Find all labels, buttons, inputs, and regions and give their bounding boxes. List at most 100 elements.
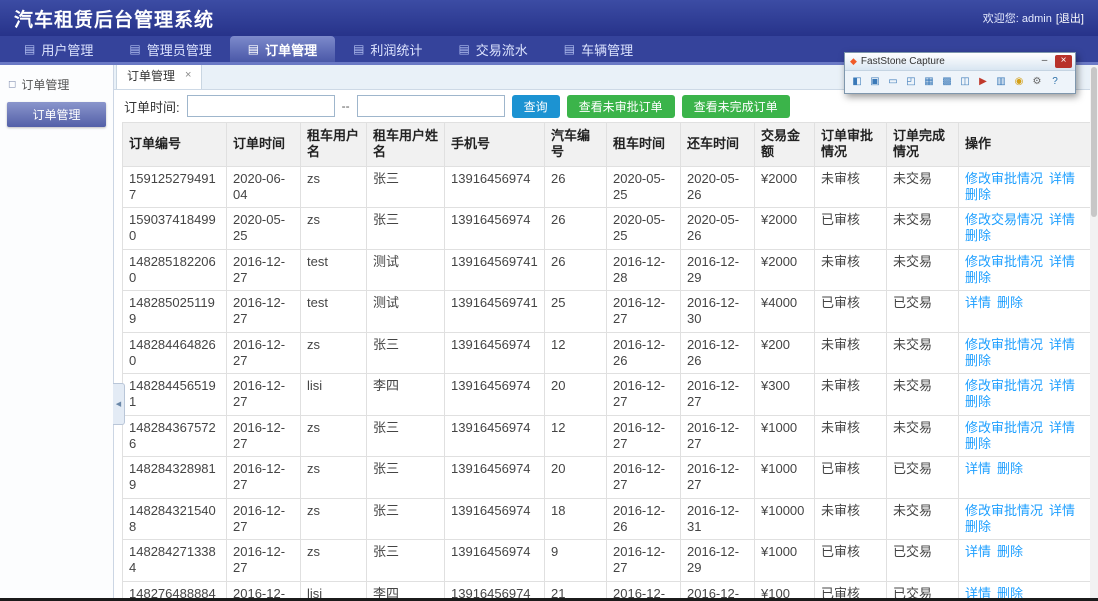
screen-recorder-icon[interactable]: ▶ [975, 74, 991, 89]
cell-completion-status: 未交易 [887, 166, 959, 208]
order-time-from-input[interactable] [187, 95, 335, 117]
order-time-to-input[interactable] [357, 95, 505, 117]
sidebar-group-order-management[interactable]: ◻ 订单管理 [0, 73, 113, 96]
logout-link[interactable]: [退出] [1056, 10, 1084, 26]
cell-rent-time: 2016-12-27 [607, 374, 681, 416]
capture-freehand-icon[interactable]: ◰ [903, 74, 919, 89]
cell-order-id: 1590374184990 [123, 208, 227, 250]
delete-link[interactable]: 删除 [965, 436, 991, 451]
close-button[interactable]: × [1055, 55, 1072, 68]
modify-approval-link[interactable]: 修改审批情况 [965, 337, 1043, 352]
table-row: 1482842713384 2016-12-27 zs 张三 139164569… [123, 540, 1091, 582]
detail-link[interactable]: 详情 [1049, 254, 1075, 269]
view-unfinished-orders-button[interactable]: 查看未完成订单 [682, 95, 790, 118]
view-unapproved-orders-button[interactable]: 查看未审批订单 [567, 95, 675, 118]
table-row: 1482764888848 2016-12-27 lisi 李四 1391645… [123, 581, 1091, 598]
detail-link[interactable]: 详情 [965, 586, 991, 599]
nav-item[interactable]: ▤ 交易流水 [440, 36, 545, 62]
cell-order-time: 2016-12-27 [227, 498, 301, 540]
cell-realname: 张三 [367, 208, 445, 250]
capture-fullscreen-icon[interactable]: ▦ [921, 74, 937, 89]
column-header: 订单完成情况 [887, 123, 959, 167]
cell-amount: ¥2000 [755, 249, 815, 291]
nav-item[interactable]: ▤ 利润统计 [335, 36, 440, 62]
modify-approval-link[interactable]: 修改审批情况 [965, 378, 1043, 393]
tab-close-icon[interactable]: × [185, 70, 191, 81]
detail-link[interactable]: 详情 [965, 461, 991, 476]
nav-item[interactable]: ▤ 用户管理 [6, 36, 111, 62]
table-row: 1590374184990 2020-05-25 zs 张三 139164569… [123, 208, 1091, 250]
detail-link[interactable]: 详情 [1049, 420, 1075, 435]
cell-approval-status: 未审核 [815, 374, 887, 416]
cell-car-number: 26 [545, 249, 607, 291]
cell-order-id: 1482764888848 [123, 581, 227, 598]
capture-fixed-region-icon[interactable]: ◫ [957, 74, 973, 89]
color-picker-icon[interactable]: ◉ [1011, 74, 1027, 89]
cell-order-time: 2020-05-25 [227, 208, 301, 250]
delete-link[interactable]: 删除 [997, 461, 1023, 476]
cell-approval-status: 已审核 [815, 540, 887, 582]
delete-link[interactable]: 删除 [965, 270, 991, 285]
table-container: 订单编号订单时间租车用户名租车用户姓名手机号汽车编号租车时间还车时间交易金额订单… [114, 122, 1098, 598]
capture-scrolling-icon[interactable]: ▩ [939, 74, 955, 89]
cell-order-time: 2016-12-27 [227, 540, 301, 582]
faststone-titlebar[interactable]: ◆ FastStone Capture – × [845, 53, 1075, 70]
cell-order-id: 1482843289819 [123, 457, 227, 499]
detail-link[interactable]: 详情 [1049, 503, 1075, 518]
delete-link[interactable]: 删除 [965, 519, 991, 534]
tab-order-management[interactable]: 订单管理 × [116, 65, 202, 89]
cell-completion-status: 未交易 [887, 249, 959, 291]
sidebar-item-order-management[interactable]: 订单管理 [7, 102, 106, 127]
nav-item[interactable]: ▤ 管理员管理 [111, 36, 229, 62]
cell-realname: 李四 [367, 374, 445, 416]
column-header: 还车时间 [681, 123, 755, 167]
delete-link[interactable]: 删除 [965, 228, 991, 243]
cell-username: zs [301, 415, 367, 457]
detail-link[interactable]: 详情 [1049, 212, 1075, 227]
table-row: 1482844565191 2016-12-27 lisi 李四 1391645… [123, 374, 1091, 416]
sidebar-item-label: 订单管理 [32, 108, 80, 122]
cell-car-number: 20 [545, 457, 607, 499]
detail-link[interactable]: 详情 [965, 295, 991, 310]
cell-actions: 修改审批情况详情删除 [959, 415, 1091, 457]
delete-link[interactable]: 删除 [997, 295, 1023, 310]
cell-phone: 13916456974 [445, 374, 545, 416]
delete-link[interactable]: 删除 [965, 394, 991, 409]
nav-item[interactable]: ▤ 车辆管理 [546, 36, 651, 62]
delete-link[interactable]: 删除 [965, 187, 991, 202]
delete-link[interactable]: 删除 [997, 586, 1023, 599]
delete-link[interactable]: 删除 [965, 353, 991, 368]
detail-link[interactable]: 详情 [1049, 378, 1075, 393]
modify-approval-link[interactable]: 修改审批情况 [965, 171, 1043, 186]
capture-rectangle-icon[interactable]: ▭ [885, 74, 901, 89]
cell-car-number: 12 [545, 415, 607, 457]
cell-phone: 13916456974 [445, 415, 545, 457]
ruler-icon[interactable]: ▥ [993, 74, 1009, 89]
nav-item-label: 用户管理 [41, 40, 93, 59]
capture-window-icon[interactable]: ▣ [867, 74, 883, 89]
vertical-scrollbar[interactable] [1090, 65, 1098, 598]
nav-item[interactable]: ▤ 订单管理 [230, 36, 335, 62]
cell-realname: 张三 [367, 540, 445, 582]
cell-actions: 详情删除 [959, 581, 1091, 598]
capture-active-window-icon[interactable]: ◧ [849, 74, 865, 89]
detail-link[interactable]: 详情 [1049, 337, 1075, 352]
settings-icon[interactable]: ⚙ [1029, 74, 1045, 89]
modify-approval-link[interactable]: 修改审批情况 [965, 420, 1043, 435]
column-header: 订单编号 [123, 123, 227, 167]
detail-link[interactable]: 详情 [965, 544, 991, 559]
modify-transaction-link[interactable]: 修改交易情况 [965, 212, 1043, 227]
detail-link[interactable]: 详情 [1049, 171, 1075, 186]
faststone-toolbar: ◧ ▣ ▭ ◰ ▦ ▩ ◫ ▶ ▥ ◉ ⚙ ? [845, 70, 1075, 93]
modify-approval-link[interactable]: 修改审批情况 [965, 503, 1043, 518]
cell-phone: 13916456974 [445, 581, 545, 598]
search-button[interactable]: 查询 [512, 95, 560, 118]
minimize-button[interactable]: – [1036, 55, 1053, 68]
modify-approval-link[interactable]: 修改审批情况 [965, 254, 1043, 269]
cell-approval-status: 未审核 [815, 415, 887, 457]
sidebar-collapse-handle[interactable]: ◀ [113, 383, 125, 425]
scrollbar-thumb[interactable] [1091, 67, 1097, 217]
delete-link[interactable]: 删除 [997, 544, 1023, 559]
table-row: 1591252794917 2020-06-04 zs 张三 139164569… [123, 166, 1091, 208]
help-icon[interactable]: ? [1047, 74, 1063, 89]
